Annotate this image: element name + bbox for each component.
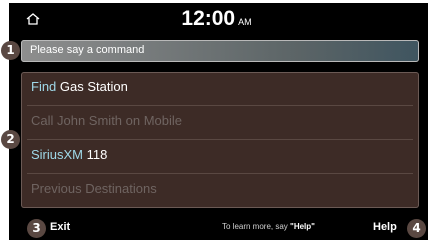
list-item-text: Call John Smith on Mobile — [31, 113, 183, 128]
list-item-label: SiriusXM 118 — [31, 147, 107, 162]
list-item-text: Gas Station — [56, 79, 128, 94]
help-button[interactable]: Help — [373, 221, 397, 233]
list-item: Call John Smith on Mobile — [21, 106, 419, 140]
bottom-bar — [9, 214, 428, 240]
list-item-label: Find Gas Station — [31, 79, 128, 94]
callout-marker-4: 4 — [407, 219, 426, 238]
exit-button[interactable]: Exit — [50, 221, 70, 233]
list-item[interactable]: SiriusXM 118 — [21, 140, 419, 174]
list-item: Previous Destinations — [21, 174, 419, 208]
clock-time: 12:00 — [181, 7, 236, 30]
callout-marker-1: 1 — [1, 41, 20, 60]
list-item-text: Previous Destinations — [31, 181, 157, 196]
list-item-text: 118 — [83, 147, 108, 162]
command-prompt-text: Please say a command — [30, 44, 145, 56]
list-item-keyword: Find — [31, 79, 57, 94]
callout-marker-2: 2 — [1, 130, 20, 149]
callout-marker-3: 3 — [27, 219, 46, 238]
list-item-keyword: SiriusXM — [31, 147, 84, 162]
help-hint: To learn more, say "Help" — [222, 222, 315, 231]
command-list: Find Gas Station Call John Smith on Mobi… — [21, 72, 419, 208]
command-prompt-bar: Please say a command — [21, 40, 419, 62]
help-hint-keyword: "Help" — [290, 222, 315, 231]
clock: 12:00 AM — [0, 7, 433, 31]
list-item[interactable]: Find Gas Station — [21, 72, 419, 106]
help-hint-text: To learn more, say — [222, 222, 291, 231]
clock-ampm: AM — [238, 17, 252, 27]
